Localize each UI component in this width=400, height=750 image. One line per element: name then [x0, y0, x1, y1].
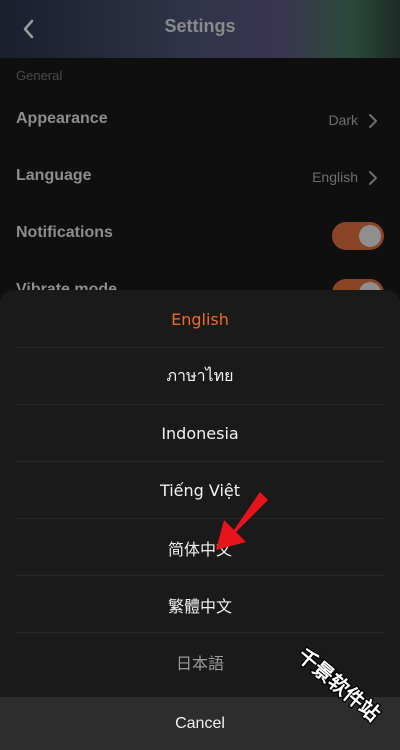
settings-row-language[interactable]: Language English: [0, 151, 400, 207]
row-label: Appearance: [16, 110, 108, 127]
language-option-indonesian[interactable]: Indonesia: [0, 405, 400, 462]
settings-list: General Appearance Dark Language English…: [0, 58, 400, 307]
row-label: Language: [16, 167, 92, 184]
language-option-traditional-chinese[interactable]: 繁體中文: [0, 576, 400, 633]
language-option-english[interactable]: English: [0, 291, 400, 348]
settings-row-notifications: Notifications: [0, 208, 400, 264]
chevron-right-icon: [369, 114, 377, 128]
chevron-right-icon: [369, 171, 377, 185]
section-label-general: General: [16, 68, 63, 83]
language-option-vietnamese[interactable]: Tiếng Việt: [0, 462, 400, 519]
row-value: English: [312, 169, 358, 185]
row-label: Notifications: [16, 224, 113, 241]
app-header: Settings: [0, 0, 400, 58]
language-option-thai[interactable]: ภาษาไทย: [0, 348, 400, 405]
notifications-toggle[interactable]: [332, 222, 384, 250]
language-option-simplified-chinese[interactable]: 简体中文: [0, 519, 400, 576]
settings-row-appearance[interactable]: Appearance Dark: [0, 94, 400, 150]
watermark: 千景软件站: [292, 642, 387, 727]
row-value: Dark: [328, 112, 358, 128]
page-title: Settings: [164, 16, 236, 36]
red-arrow-icon: [216, 492, 268, 550]
toggle-knob: [359, 225, 381, 247]
watermark-text: 千景软件站: [293, 643, 385, 726]
